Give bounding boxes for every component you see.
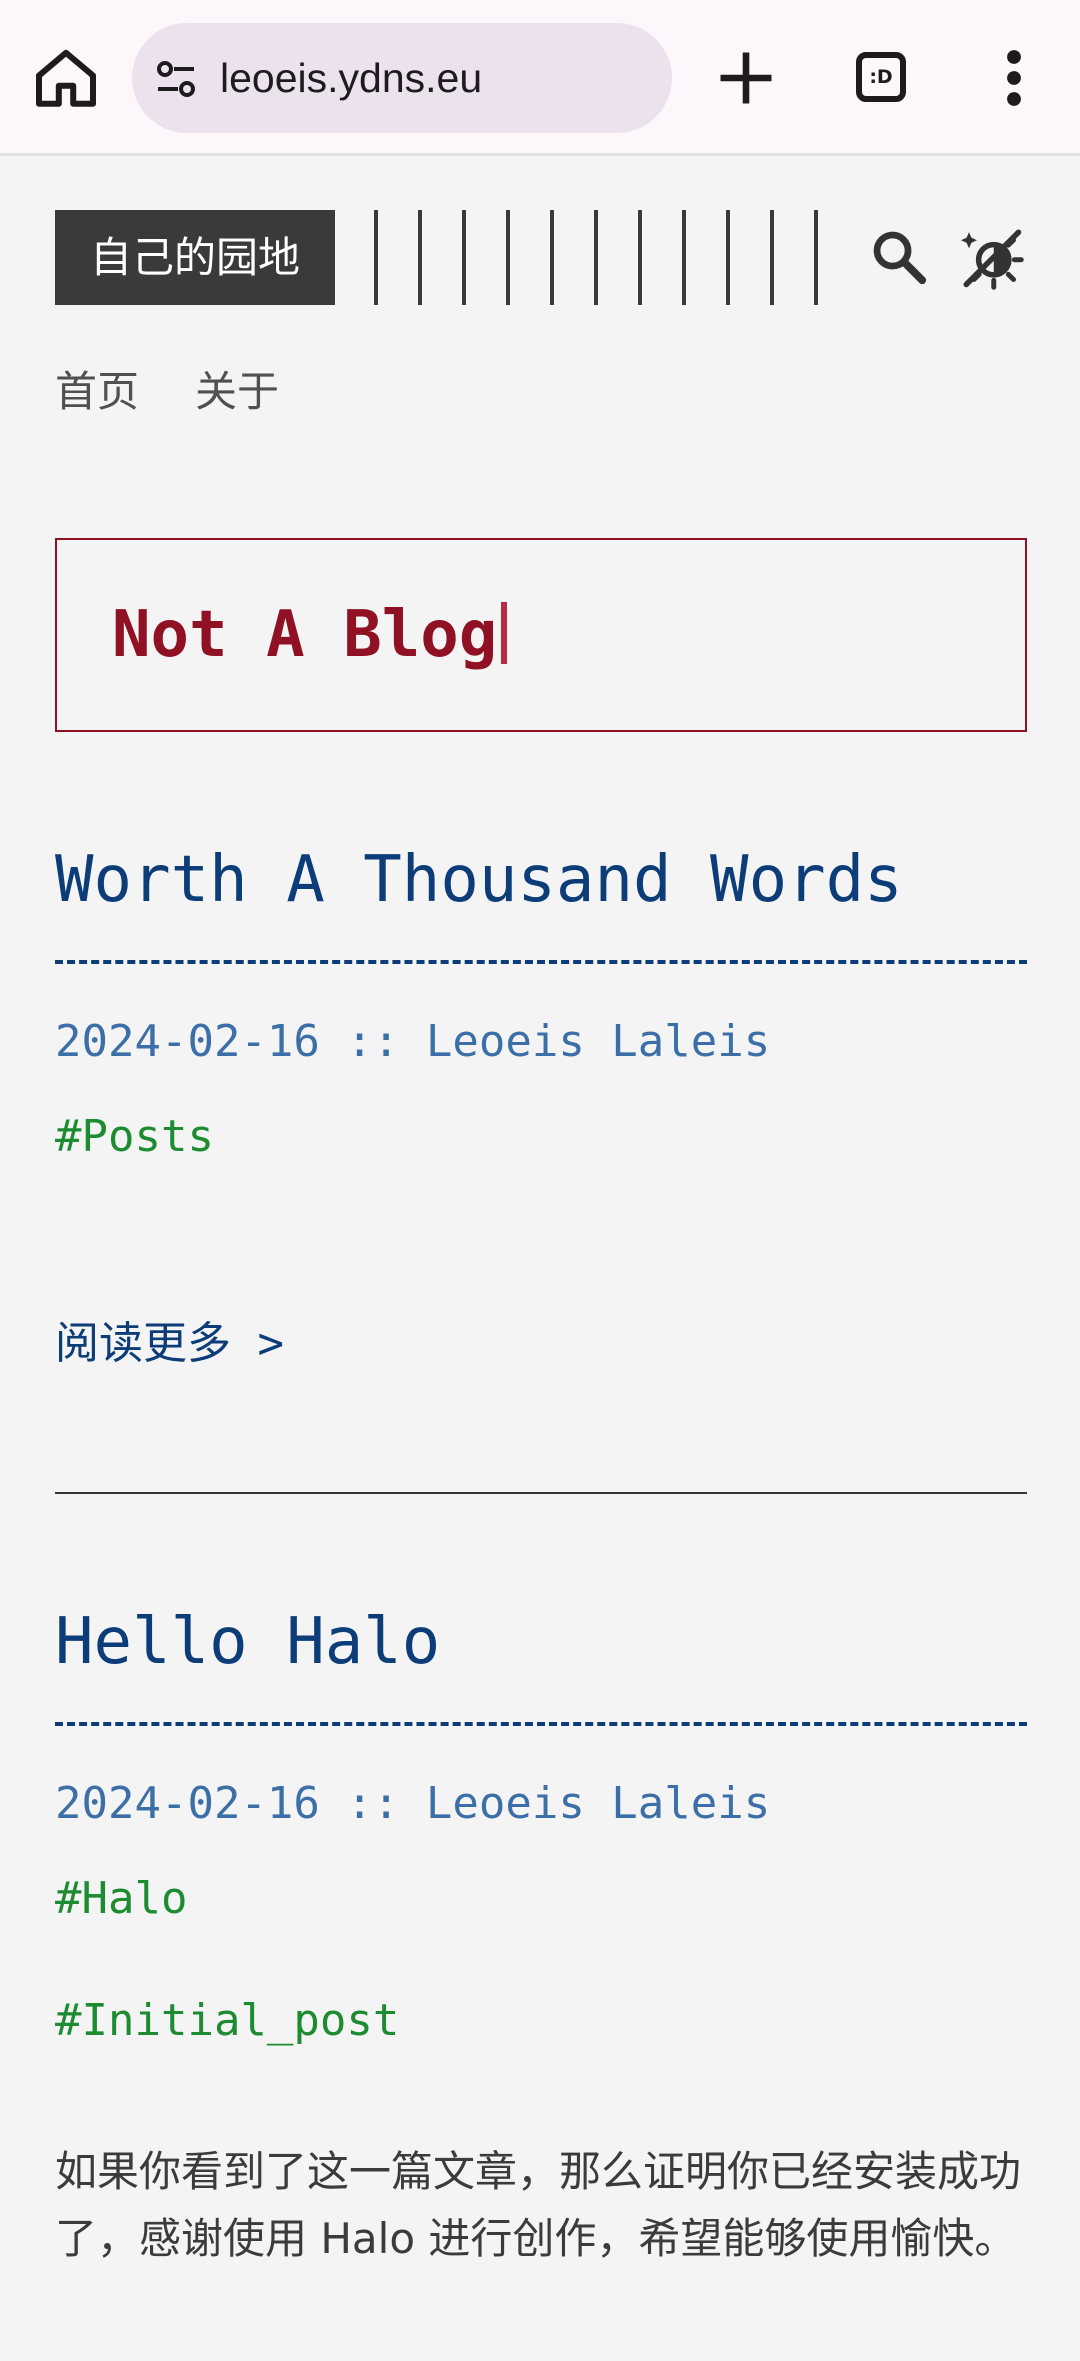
new-tab-button[interactable] xyxy=(710,42,782,114)
address-bar[interactable]: leoeis.ydns.eu xyxy=(132,23,672,133)
banner-text-wrap: Not A Blog xyxy=(112,595,508,675)
tune-icon[interactable] xyxy=(152,55,200,103)
theme-toggle-icon xyxy=(961,229,1024,290)
post-title[interactable]: Hello Halo xyxy=(55,1602,440,1682)
tab-switcher-icon: :D xyxy=(856,52,906,102)
browser-menu-button[interactable] xyxy=(990,42,1038,114)
home-icon xyxy=(36,49,96,107)
home-button[interactable] xyxy=(30,42,102,114)
post-tag[interactable]: #Posts xyxy=(55,1107,214,1167)
url-text[interactable]: leoeis.ydns.eu xyxy=(220,23,482,133)
post-excerpt: 如果你看到了这一篇文章，那么证明你已经安装成功了，感谢使用 Halo 进行创作，… xyxy=(55,2147,1022,2263)
tab-switcher-button[interactable]: :D xyxy=(846,46,918,110)
site-logo[interactable]: 自己的园地 xyxy=(55,210,335,305)
theme-toggle-button[interactable] xyxy=(958,224,1024,290)
post-tag[interactable]: #Halo xyxy=(55,1869,187,1929)
banner-text: Not A Blog xyxy=(112,598,498,672)
nav-item-about[interactable]: 关于 xyxy=(195,364,279,420)
post-separator xyxy=(55,1492,1027,1494)
more-vert-icon xyxy=(1007,50,1021,106)
search-icon xyxy=(873,231,927,285)
post-title-underline xyxy=(55,1722,1027,1726)
post-meta: 2024-02-16 :: Leoeis Laleis xyxy=(55,1016,771,1067)
nav-item-home[interactable]: 首页 xyxy=(55,364,139,420)
search-button[interactable] xyxy=(868,226,930,288)
browser-toolbar: leoeis.ydns.eu :D xyxy=(0,0,1080,156)
typing-caret xyxy=(501,602,508,664)
banner: Not A Blog xyxy=(55,538,1027,732)
post-title[interactable]: Worth A Thousand Words xyxy=(55,840,903,920)
post-title-underline xyxy=(55,960,1027,964)
read-more-link[interactable]: 阅读更多 > xyxy=(55,1314,284,1374)
header-bars-decoration xyxy=(374,210,818,305)
post-meta: 2024-02-16 :: Leoeis Laleis xyxy=(55,1778,771,1829)
plus-icon xyxy=(720,52,772,104)
post-tag[interactable]: #Initial_post xyxy=(55,1991,399,2051)
main-nav: 首页 关于 xyxy=(55,364,279,420)
